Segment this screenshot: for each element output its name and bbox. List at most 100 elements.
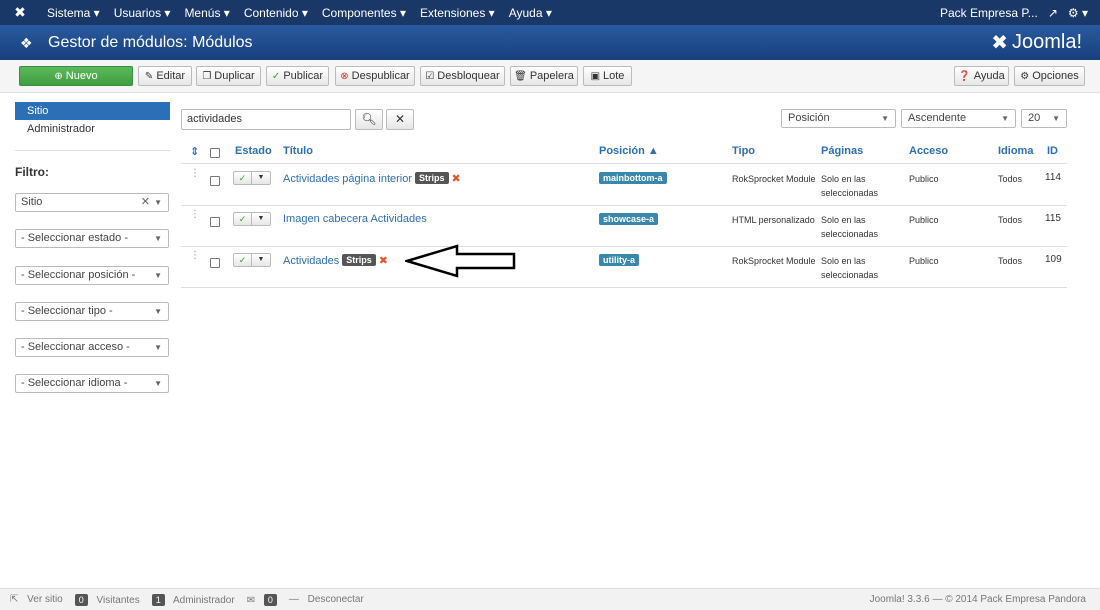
- chevron-down-icon: ▼: [881, 114, 889, 123]
- drag-handle-icon[interactable]: ⋮: [190, 251, 200, 261]
- filter-position-select[interactable]: - Seleccionar posición - ▼: [15, 266, 169, 285]
- top-navbar: ✖ Sistema ▾ Usuarios ▾ Menús ▾ Contenido…: [0, 0, 1100, 25]
- table-row: ⋮ ✓ ▼ Actividades Strips ✖ utility-a RokSpr…: [181, 247, 1067, 288]
- position-badge[interactable]: showcase-a: [599, 213, 659, 225]
- check-icon[interactable]: ✓: [234, 172, 253, 184]
- drag-handle-icon[interactable]: ⋮: [190, 210, 200, 220]
- drag-handle-icon[interactable]: ⋮: [190, 169, 200, 179]
- sidebar-item-administrador[interactable]: Administrador: [15, 120, 170, 138]
- col-tipo[interactable]: Tipo: [732, 145, 755, 157]
- access-cell: Publico: [909, 256, 939, 266]
- menu-usuarios[interactable]: Usuarios ▾: [107, 6, 178, 20]
- question-icon: ❓: [958, 70, 971, 82]
- language-cell: Todos: [998, 174, 1023, 184]
- logout-link[interactable]: — Desconectar: [289, 594, 370, 605]
- chevron-down-icon: ▼: [154, 198, 162, 207]
- position-badge[interactable]: utility-a: [599, 254, 640, 266]
- row-checkbox[interactable]: [210, 176, 220, 186]
- check-icon[interactable]: ✓: [234, 254, 253, 266]
- square-icon: ▣: [590, 70, 601, 82]
- position-badge[interactable]: mainbottom-a: [599, 172, 667, 184]
- filter-client-select[interactable]: Sitio ✕ ▼: [15, 193, 169, 212]
- filter-access-select[interactable]: - Seleccionar acceso - ▼: [15, 338, 169, 357]
- edit-button[interactable]: ✎ Editar: [138, 66, 192, 86]
- admin-status: 1 Administrador: [151, 593, 241, 606]
- check-icon[interactable]: ✓: [234, 213, 253, 225]
- status-toggle[interactable]: ✓ ▼: [233, 171, 271, 185]
- admin-count: 1: [151, 593, 165, 606]
- row-checkbox[interactable]: [210, 217, 220, 227]
- checkin-button[interactable]: ☑ Desbloquear: [420, 66, 505, 86]
- visitors-count: 0: [74, 593, 88, 606]
- sort-field-select[interactable]: Posición ▼: [781, 109, 896, 128]
- col-estado[interactable]: Estado: [235, 145, 272, 157]
- menu-componentes[interactable]: Componentes ▾: [315, 6, 413, 20]
- search-button[interactable]: 🔍︎: [355, 109, 383, 130]
- pages-cell: Solo en las seleccionadas: [821, 256, 879, 280]
- row-checkbox[interactable]: [210, 258, 220, 268]
- status-toggle[interactable]: ✓ ▼: [233, 212, 271, 226]
- title-bar: ❖ Gestor de módulos: Módulos ✖ Joomla!: [0, 25, 1100, 60]
- annotation-arrow-icon: [405, 244, 516, 278]
- options-button[interactable]: ⚙ Opciones: [1014, 66, 1085, 86]
- help-button[interactable]: ❓ Ayuda: [954, 66, 1009, 86]
- table-header: ⇕ Estado Título Posición ▲ Tipo Páginas …: [181, 140, 1067, 164]
- menu-sistema[interactable]: Sistema ▾: [40, 6, 107, 20]
- menu-menus[interactable]: Menús ▾: [177, 6, 236, 20]
- status-footer: ⇱ Ver sitio 0 Visitantes 1 Administrador…: [0, 588, 1100, 610]
- order-sort-icon[interactable]: ⇕: [190, 145, 199, 158]
- col-idioma[interactable]: Idioma: [998, 145, 1033, 157]
- filter-language-select[interactable]: - Seleccionar idioma - ▼: [15, 374, 169, 393]
- module-title-link[interactable]: Actividades página interior: [283, 173, 412, 185]
- joomla-logo-icon[interactable]: ✖: [0, 4, 40, 21]
- status-toggle[interactable]: ✓ ▼: [233, 253, 271, 267]
- unpublish-button[interactable]: ⊗ Despublicar: [335, 66, 415, 86]
- clear-icon[interactable]: ✕: [141, 194, 150, 211]
- chevron-down-icon[interactable]: ▼: [252, 254, 270, 266]
- search-input[interactable]: actividades: [181, 109, 351, 130]
- trash-button[interactable]: 🗑 Papelera: [510, 66, 578, 86]
- plus-circle-icon: ⊕: [54, 70, 63, 82]
- strips-badge: Strips: [342, 254, 376, 266]
- chevron-down-icon: ▼: [154, 234, 162, 243]
- batch-button[interactable]: ▣ Lote: [583, 66, 632, 86]
- sidebar-divider: [15, 150, 170, 151]
- sidebar-item-sitio[interactable]: Sitio: [15, 102, 170, 120]
- messages-status[interactable]: ✉ 0: [246, 593, 283, 606]
- filter-type-select[interactable]: - Seleccionar tipo - ▼: [15, 302, 169, 321]
- list-limit-select[interactable]: 20 ▼: [1021, 109, 1067, 128]
- sort-direction-select[interactable]: Ascendente ▼: [901, 109, 1016, 128]
- col-titulo[interactable]: Título: [283, 145, 313, 157]
- pages-cell: Solo en las seleccionadas: [821, 174, 879, 198]
- col-paginas[interactable]: Páginas: [821, 145, 863, 157]
- col-acceso[interactable]: Acceso: [909, 145, 948, 157]
- clear-search-button[interactable]: ✕: [386, 109, 414, 130]
- menu-contenido[interactable]: Contenido ▾: [237, 6, 315, 20]
- menu-ayuda[interactable]: Ayuda ▾: [502, 6, 559, 20]
- col-id[interactable]: ID: [1047, 145, 1058, 157]
- select-all-checkbox[interactable]: [210, 148, 220, 158]
- joomla-brand-text: Joomla!: [1011, 31, 1082, 53]
- col-posicion[interactable]: Posición ▲: [599, 145, 659, 157]
- module-title-link[interactable]: Actividades: [283, 255, 339, 267]
- toolbar: ⊕ Nuevo ✎ Editar ❐ Duplicar ✓ Publicar ⊗ Desp…: [0, 60, 1100, 93]
- row-title-cell: Imagen cabecera Actividades: [283, 213, 427, 225]
- chevron-down-icon: ▼: [154, 343, 162, 352]
- mail-icon: ✉: [246, 594, 256, 606]
- duplicate-button[interactable]: ❐ Duplicar: [196, 66, 261, 86]
- chevron-down-icon[interactable]: ▼: [252, 172, 270, 184]
- menu-extensiones[interactable]: Extensiones ▾: [413, 6, 502, 20]
- filter-state-select[interactable]: - Seleccionar estado - ▼: [15, 229, 169, 248]
- gear-icon[interactable]: ⚙ ▾: [1068, 6, 1088, 20]
- view-site-link[interactable]: ⇱ Ver sitio: [10, 594, 69, 605]
- external-link-icon[interactable]: ↗: [1048, 6, 1058, 20]
- new-button[interactable]: ⊕ Nuevo: [19, 66, 133, 86]
- chevron-down-icon[interactable]: ▼: [252, 213, 270, 225]
- publish-button[interactable]: ✓ Publicar: [266, 66, 329, 86]
- site-name-link[interactable]: Pack Empresa P...: [940, 6, 1038, 20]
- external-link-icon: ⇱: [10, 594, 19, 605]
- module-title-link[interactable]: Imagen cabecera Actividades: [283, 213, 427, 225]
- position-cell: mainbottom-a: [599, 172, 667, 184]
- search-icon: 🔍︎: [361, 112, 377, 126]
- checkbox-icon: ☑: [425, 70, 435, 82]
